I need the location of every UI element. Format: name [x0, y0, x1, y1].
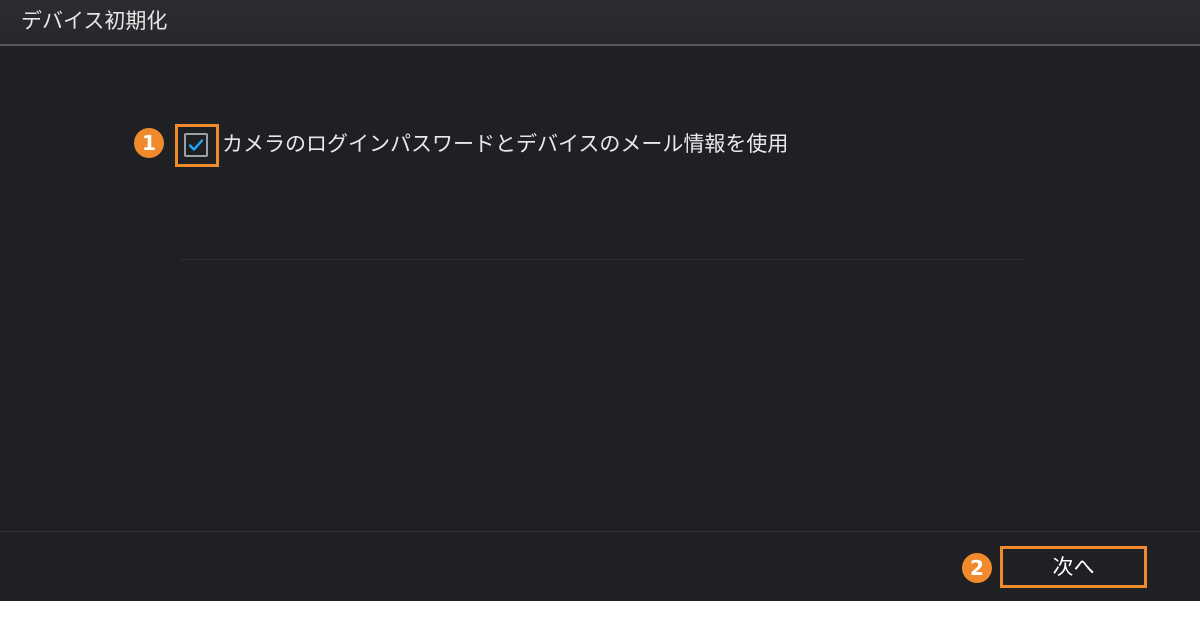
footer-divider	[0, 531, 1200, 532]
checkmark-icon	[188, 139, 204, 151]
use-camera-credentials-label[interactable]: カメラのログインパスワードとデバイスのメール情報を使用	[222, 130, 788, 158]
next-button[interactable]: 次へ	[1000, 546, 1147, 588]
content-divider	[180, 259, 1024, 260]
page-background-strip	[0, 601, 1200, 619]
use-camera-credentials-checkbox[interactable]	[184, 133, 208, 157]
dialog-title: デバイス初期化	[21, 9, 168, 33]
device-initialization-dialog: デバイス初期化 1 カメラのログインパスワードとデバイスのメール情報を使用 2 …	[0, 0, 1200, 601]
title-bar: デバイス初期化	[0, 0, 1200, 46]
step-1-badge: 1	[134, 128, 164, 158]
step-2-badge: 2	[962, 553, 992, 583]
